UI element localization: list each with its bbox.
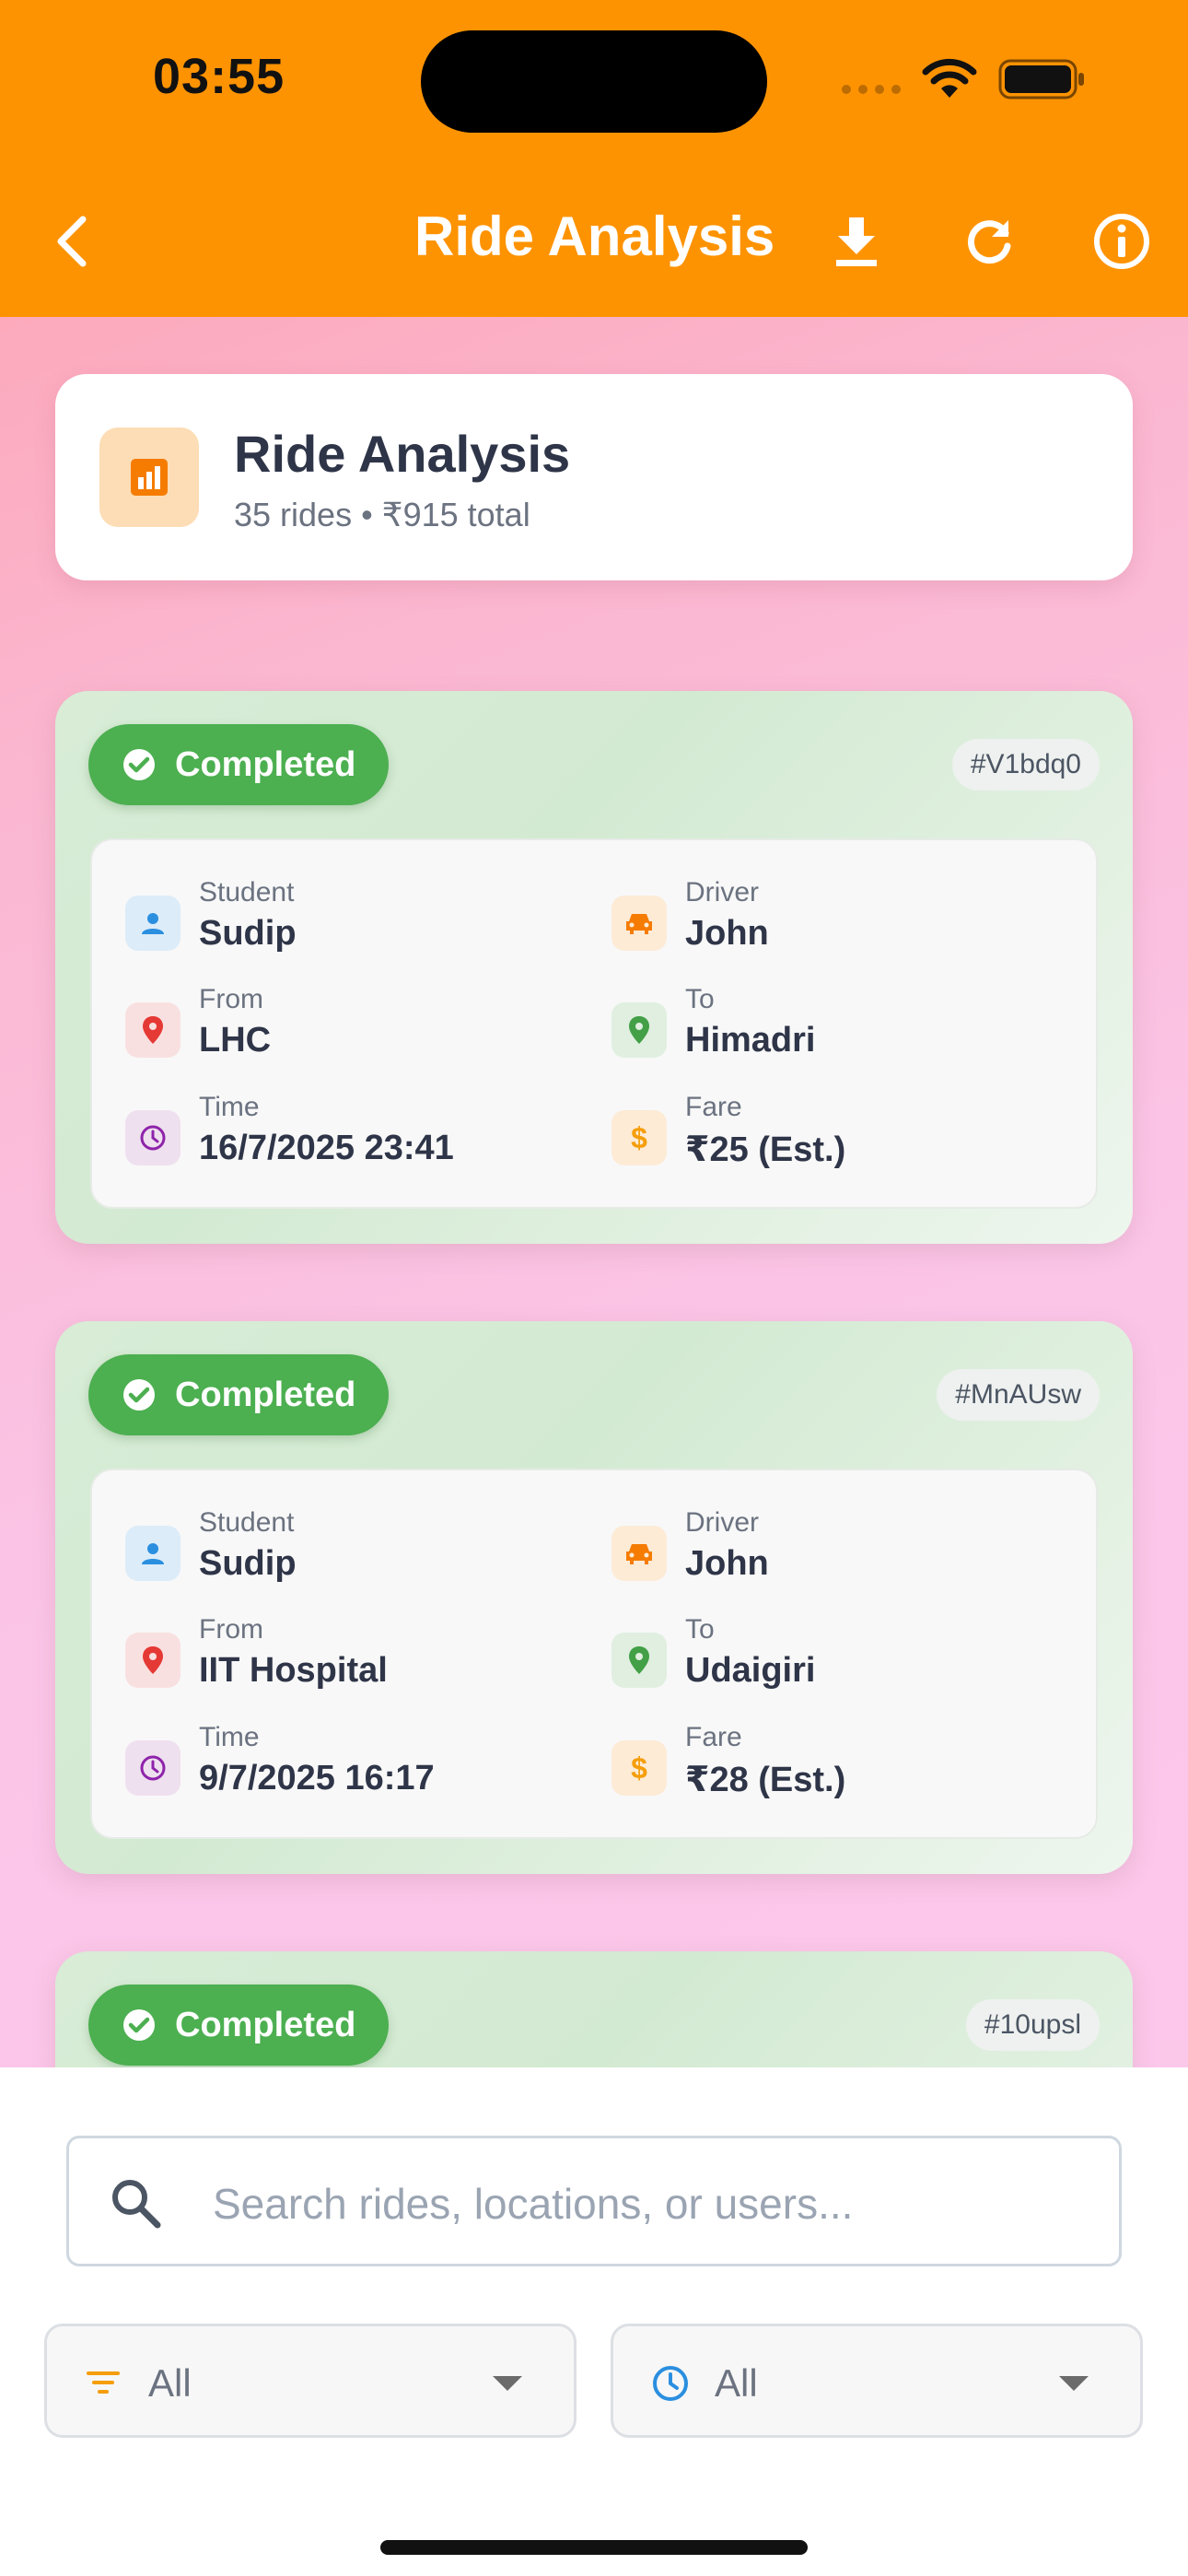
location-pin-icon [125, 1633, 181, 1688]
field-label: Driver [685, 877, 759, 907]
driver-name: John [685, 914, 769, 953]
refresh-button[interactable] [956, 208, 1022, 275]
clock-icon [125, 1740, 181, 1796]
from-location: IIT Hospital [199, 1651, 388, 1690]
info-icon [1094, 214, 1149, 269]
field-label: Time [199, 1722, 260, 1752]
filter-panel: All All [0, 2067, 1188, 2576]
search-input[interactable] [213, 2172, 1042, 2236]
location-pin-icon [611, 1002, 667, 1058]
home-indicator[interactable] [380, 2540, 808, 2555]
status-badge: Completed [88, 1354, 390, 1435]
ride-fare: ₹25 (Est.) [685, 1130, 846, 1169]
status-badge: Completed [88, 1985, 390, 2066]
from-field: From IIT Hospital [125, 1614, 567, 1706]
to-location: Udaigiri [685, 1651, 816, 1690]
download-icon [836, 217, 877, 266]
dollar-icon: $ [611, 1110, 667, 1165]
ride-id: #V1bdq0 [951, 739, 1100, 790]
person-icon [125, 1526, 181, 1581]
student-name: Sudip [199, 1544, 297, 1583]
field-label: Student [199, 877, 295, 907]
info-button[interactable] [1089, 208, 1155, 275]
field-label: From [199, 984, 263, 1014]
refresh-icon [968, 220, 1011, 264]
time-field: Time 9/7/2025 16:17 [125, 1722, 567, 1814]
ride-card[interactable]: Completed #MnAUsw Student Sudip Driver J… [55, 1321, 1133, 1874]
status-label: Completed [175, 2005, 356, 2044]
field-label: To [685, 984, 715, 1014]
status-filter-dropdown[interactable]: All [44, 2324, 577, 2438]
app-bar: 03:55 Ride Analysis [0, 0, 1188, 317]
summary-card: Ride Analysis 35 rides • ₹915 total [55, 374, 1133, 580]
ride-card[interactable]: Completed #V1bdq0 Student Sudip Driver J… [55, 691, 1133, 1244]
chevron-left-icon [57, 216, 87, 267]
summary-title: Ride Analysis [234, 425, 571, 483]
to-field: To Udaigiri [611, 1614, 1054, 1706]
student-field: Student Sudip [125, 1507, 567, 1599]
to-location: Himadri [685, 1021, 816, 1060]
battery-icon [998, 59, 1084, 100]
ride-id: #MnAUsw [937, 1369, 1100, 1421]
status-label: Completed [175, 1375, 356, 1414]
check-circle-icon [123, 749, 155, 780]
back-button[interactable] [53, 205, 109, 278]
time-filter-value: All [715, 2361, 758, 2405]
driver-name: John [685, 1544, 769, 1583]
filter-icon [87, 2371, 120, 2394]
ride-fare: ₹28 (Est.) [685, 1761, 846, 1799]
student-name: Sudip [199, 914, 297, 953]
fare-field: $ Fare ₹25 (Est.) [611, 1092, 1054, 1184]
person-icon [125, 896, 181, 951]
ride-time: 16/7/2025 23:41 [199, 1129, 454, 1167]
driver-field: Driver John [611, 1507, 1054, 1599]
location-pin-icon [125, 1002, 181, 1058]
car-icon [611, 896, 667, 951]
wifi-icon [922, 58, 977, 98]
ride-time: 9/7/2025 16:17 [199, 1759, 435, 1797]
ride-details: Student Sudip Driver John From IIT Hospi… [90, 1469, 1098, 1839]
field-label: From [199, 1614, 263, 1645]
clock-icon [125, 1110, 181, 1165]
caret-down-icon [1059, 2376, 1089, 2391]
dynamic-island [421, 30, 767, 133]
to-field: To Himadri [611, 984, 1054, 1076]
clock-icon [653, 2366, 688, 2401]
field-label: Driver [685, 1507, 759, 1538]
download-button[interactable] [823, 208, 890, 275]
field-label: Student [199, 1507, 295, 1538]
field-label: To [685, 1614, 715, 1645]
driver-field: Driver John [611, 877, 1054, 969]
location-pin-icon [611, 1633, 667, 1688]
ride-analysis-screen: 03:55 Ride Analysis Ride Analysis 35 rid… [0, 0, 1188, 2576]
time-filter-dropdown[interactable]: All [611, 2324, 1143, 2438]
from-location: LHC [199, 1021, 272, 1060]
field-label: Fare [685, 1092, 742, 1122]
page-title: Ride Analysis [414, 205, 775, 267]
student-field: Student Sudip [125, 877, 567, 969]
summary-subtitle: 35 rides • ₹915 total [234, 496, 530, 533]
ride-id: #10upsl [965, 1999, 1100, 2051]
status-label: Completed [175, 744, 356, 784]
search-box[interactable] [66, 2136, 1122, 2266]
time-field: Time 16/7/2025 23:41 [125, 1092, 567, 1184]
status-filter-value: All [148, 2361, 192, 2405]
check-circle-icon [123, 1379, 155, 1411]
car-icon [611, 1526, 667, 1581]
from-field: From LHC [125, 984, 567, 1076]
caret-down-icon [493, 2376, 522, 2391]
field-label: Time [199, 1092, 260, 1122]
dollar-icon: $ [611, 1740, 667, 1796]
fare-field: $ Fare ₹28 (Est.) [611, 1722, 1054, 1814]
cellular-signal-icon [842, 85, 901, 94]
status-badge: Completed [88, 724, 390, 805]
ride-details: Student Sudip Driver John From LHC To Hi… [90, 838, 1098, 1209]
field-label: Fare [685, 1722, 742, 1752]
analytics-icon [99, 427, 199, 527]
search-icon [112, 2180, 161, 2229]
status-time: 03:55 [153, 49, 285, 104]
check-circle-icon [123, 2009, 155, 2041]
